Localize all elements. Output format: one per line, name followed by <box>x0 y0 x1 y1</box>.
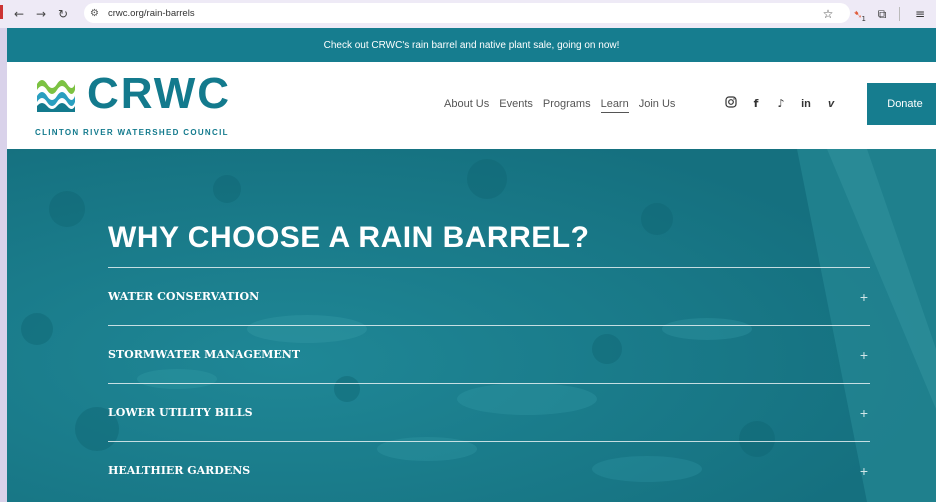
nav-item-join-us[interactable]: Join Us <box>639 98 676 113</box>
reading-list-icon[interactable]: ≡ <box>908 3 932 25</box>
forward-icon[interactable]: → <box>30 3 52 25</box>
hero-section: WHY CHOOSE A RAIN BARREL? WATER CONSERVA… <box>7 149 936 502</box>
extension-badge: 1 <box>861 15 866 23</box>
back-icon[interactable]: ← <box>8 3 30 25</box>
toolbar-divider <box>899 7 900 21</box>
bookmark-star-icon[interactable]: ☆ <box>816 3 840 25</box>
donate-button[interactable]: Donate <box>867 83 936 125</box>
social-links: f ♪ in v <box>723 96 839 111</box>
accordion-title[interactable]: HEALTHIER GARDENS <box>108 464 250 477</box>
main-nav: About Us Events Programs Learn Join Us <box>444 98 675 113</box>
reload-icon[interactable]: ↻ <box>52 3 74 25</box>
nav-item-about-us[interactable]: About Us <box>444 98 489 113</box>
url-text[interactable]: crwc.org/rain-barrels <box>108 8 195 19</box>
nav-item-learn[interactable]: Learn <box>600 98 629 113</box>
expand-plus-icon[interactable]: + <box>860 463 870 479</box>
accordion-title[interactable]: LOWER UTILITY BILLS <box>108 406 253 419</box>
extensions-puzzle-icon[interactable]: ⧉ <box>870 3 894 25</box>
accordion-title[interactable]: WATER CONSERVATION <box>108 290 259 303</box>
expand-plus-icon[interactable]: + <box>860 405 870 421</box>
logo-tagline: CLINTON RIVER WATERSHED COUNCIL <box>35 128 229 137</box>
site-header: CRWC CLINTON RIVER WATERSHED COUNCIL Abo… <box>7 62 936 149</box>
nav-item-events[interactable]: Events <box>499 98 533 113</box>
nav-item-programs[interactable]: Programs <box>543 98 591 113</box>
accordion-item-stormwater-management[interactable]: STORMWATER MANAGEMENT + <box>108 325 870 383</box>
linkedin-icon[interactable]: in <box>798 98 814 110</box>
browser-toolbar: ← → ↻ ⚙ crwc.org/rain-barrels ☆ ➷ 1 ⧉ ≡ <box>0 0 936 28</box>
accordion-item-healthier-gardens[interactable]: HEALTHIER GARDENS + <box>108 441 870 499</box>
expand-plus-icon[interactable]: + <box>860 347 870 363</box>
announcement-text[interactable]: Check out CRWC's rain barrel and native … <box>324 40 620 51</box>
site-settings-icon[interactable]: ⚙ <box>90 8 106 19</box>
waves-logo-icon <box>37 80 75 112</box>
facebook-icon[interactable]: f <box>748 97 764 110</box>
accordion-item-lower-utility-bills[interactable]: LOWER UTILITY BILLS + <box>108 383 870 441</box>
webpage: Check out CRWC's rain barrel and native … <box>7 28 936 502</box>
benefits-accordion: WATER CONSERVATION + STORMWATER MANAGEME… <box>108 267 870 499</box>
hero-title: WHY CHOOSE A RAIN BARREL? <box>108 221 590 254</box>
window-edge-marker <box>0 5 3 19</box>
accordion-title[interactable]: STORMWATER MANAGEMENT <box>108 348 300 361</box>
expand-plus-icon[interactable]: + <box>860 289 870 305</box>
logo-wordmark: CRWC <box>87 69 232 118</box>
vimeo-icon[interactable]: v <box>823 98 839 110</box>
accordion-item-water-conservation[interactable]: WATER CONSERVATION + <box>108 267 870 325</box>
instagram-icon[interactable] <box>723 96 739 111</box>
extension-icon[interactable]: ➷ 1 <box>846 3 870 25</box>
tiktok-icon[interactable]: ♪ <box>773 97 789 110</box>
site-logo[interactable]: CRWC <box>35 69 232 118</box>
address-bar[interactable]: ⚙ crwc.org/rain-barrels <box>84 3 850 23</box>
announcement-bar[interactable]: Check out CRWC's rain barrel and native … <box>7 28 936 62</box>
